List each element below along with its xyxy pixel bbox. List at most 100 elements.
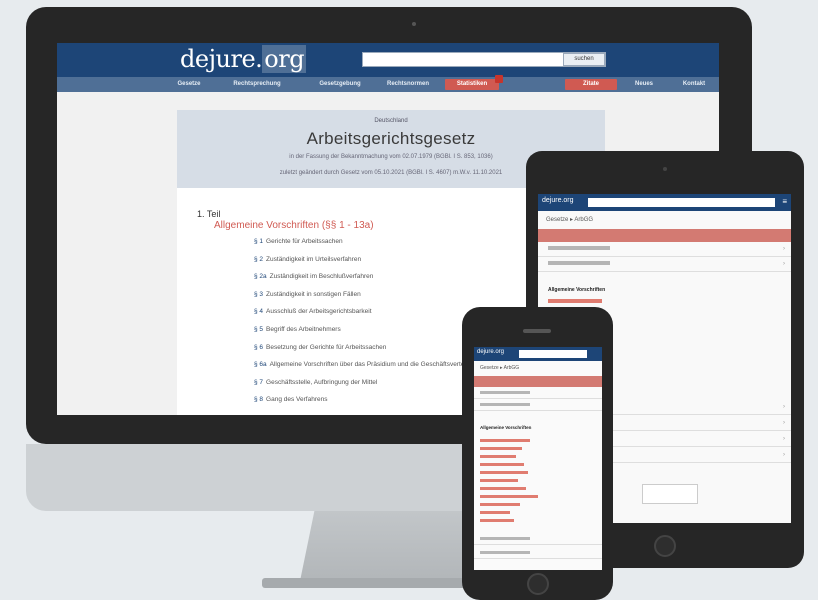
nav-item-6[interactable]: Zitate	[565, 79, 617, 90]
paragraph-item[interactable]: § 7 Geschäftsstelle, Aufbringung der Mitt…	[254, 379, 478, 397]
tablet-section-bar	[538, 229, 791, 242]
paragraph-number: § 7	[254, 378, 264, 386]
phone-list-row[interactable]	[474, 399, 602, 411]
phone-paragraph-link[interactable]	[480, 503, 520, 506]
phone-paragraph-link[interactable]	[480, 455, 516, 458]
paragraph-number: § 6a	[254, 361, 267, 369]
paragraph-title: Geschäftsstelle, Aufbringung der Mittel	[266, 378, 378, 386]
phone-device: dejure.org Gesetze ▸ ArbGG Allgemeine Vo…	[462, 307, 613, 600]
nav-item-7[interactable]: Neues	[627, 79, 661, 90]
home-button-icon	[654, 535, 676, 557]
webcam-dot	[412, 22, 416, 26]
row-text	[480, 551, 530, 554]
hamburger-menu-icon[interactable]: ≡	[782, 197, 787, 207]
chevron-right-icon: ›	[783, 404, 785, 410]
paragraph-title: Allgemeine Vorschriften über das Präsidi…	[269, 361, 479, 369]
phone-paragraph-link[interactable]	[480, 463, 524, 466]
phone-breadcrumb[interactable]: Gesetze ▸ ArbGG	[474, 361, 602, 376]
paragraph-item[interactable]: § 6 Besetzung der Gerichte für Arbeitssac…	[254, 344, 478, 362]
phone-list-row[interactable]	[474, 547, 602, 559]
nav-item-8[interactable]: Kontakt	[677, 79, 711, 90]
nav-item-5-label: Statistiken	[456, 81, 488, 87]
site-header: dejure.org suchen	[57, 43, 719, 77]
phone-paragraph-link[interactable]	[480, 447, 522, 450]
paragraph-title: Gerichte für Arbeitssachen	[266, 238, 343, 245]
paragraph-list: § 1 Gerichte für Arbeitssachen § 2 Zuständ…	[254, 238, 478, 414]
chevron-right-icon: ›	[783, 420, 785, 426]
paragraph-number: § 5	[254, 325, 264, 333]
phone-paragraph-link[interactable]	[480, 471, 528, 474]
part-heading: 1. Teil	[197, 209, 221, 219]
paragraph-item[interactable]: § 2 Zuständigkeit im Urteilsverfahren	[254, 256, 478, 274]
tablet-paragraph-link[interactable]	[548, 299, 602, 303]
tablet-header: dejure.org ≡	[538, 194, 791, 211]
paragraph-item[interactable]: § 8 Gang des Verfahrens	[254, 396, 478, 414]
chevron-right-icon: ›	[783, 452, 785, 458]
nav-item-4[interactable]: Rechtsnormen	[387, 79, 429, 90]
paragraph-item[interactable]: § 2a Zuständigkeit im Beschlußverfahren	[254, 273, 478, 291]
phone-paragraph-link[interactable]	[480, 439, 530, 442]
document-country: Deutschland	[374, 118, 408, 124]
paragraph-number: § 1	[254, 238, 264, 245]
phone-logo[interactable]: dejure.org	[477, 349, 504, 355]
paragraph-title: Zuständigkeit in sonstigen Fällen	[266, 290, 361, 298]
paragraph-title: Begriff des Arbeitnehmers	[266, 325, 341, 333]
phone-paragraph-link[interactable]	[480, 519, 514, 522]
tablet-search-input[interactable]	[588, 198, 775, 207]
phone-paragraph-link[interactable]	[480, 479, 518, 482]
row-text	[480, 537, 530, 540]
paragraph-item[interactable]: § 3 Zuständigkeit in sonstigen Fällen	[254, 291, 478, 309]
nav-item-3[interactable]: Gesetzgebung	[311, 79, 369, 90]
nav-item-2[interactable]: Rechtsprechung	[227, 79, 287, 90]
paragraph-item[interactable]: § 6a Allgemeine Vorschriften über das Prä…	[254, 361, 478, 379]
phone-paragraph-link[interactable]	[480, 511, 510, 514]
part-title-link[interactable]: Allgemeine Vorschriften (§§ 1 - 13a)	[214, 220, 374, 231]
paragraph-number: § 6	[254, 343, 264, 351]
row-text	[480, 403, 530, 406]
chevron-right-icon: ›	[783, 261, 785, 267]
paragraph-item[interactable]: § 1 Gerichte für Arbeitssachen	[254, 238, 478, 256]
phone-section-heading: Allgemeine Vorschriften	[480, 425, 532, 430]
paragraph-number: § 4	[254, 308, 264, 316]
search-button[interactable]: suchen	[563, 53, 605, 66]
paragraph-number: § 2	[254, 255, 264, 263]
paragraph-number: § 2a	[254, 273, 267, 281]
tablet-list-row[interactable]: ›	[538, 257, 791, 272]
phone-screen: dejure.org Gesetze ▸ ArbGG Allgemeine Vo…	[474, 347, 602, 570]
tablet-pagination-box[interactable]	[642, 484, 698, 504]
row-text	[480, 391, 530, 394]
main-nav: Gesetze Rechtsprechung Gesetzgebung Rech…	[57, 75, 719, 92]
paragraph-title: Gang des Verfahrens	[266, 396, 328, 404]
site-logo[interactable]: dejure.org	[180, 45, 307, 73]
paragraph-title: Ausschluß der Arbeitsgerichtsbarkeit	[266, 308, 372, 316]
logo-main: dejure.	[180, 45, 263, 73]
tablet-logo[interactable]: dejure.org	[542, 197, 574, 204]
paragraph-title: Besetzung der Gerichte für Arbeitssachen	[266, 343, 387, 351]
tablet-breadcrumb[interactable]: Gesetze ▸ ArbGG	[538, 211, 791, 229]
paragraph-item[interactable]: § 5 Begriff des Arbeitnehmers	[254, 326, 478, 344]
phone-paragraph-link[interactable]	[480, 487, 526, 490]
tablet-list-row[interactable]: ›	[538, 242, 791, 257]
phone-paragraph-link[interactable]	[480, 495, 538, 498]
paragraph-title: Zuständigkeit im Urteilsverfahren	[266, 255, 362, 263]
phone-list-row[interactable]	[474, 387, 602, 399]
document-title: Arbeitsgerichtsgesetz	[306, 129, 476, 148]
tablet-section-heading: Allgemeine Vorschriften	[548, 287, 606, 293]
chevron-right-icon: ›	[783, 246, 785, 252]
phone-search-input[interactable]	[519, 350, 587, 358]
paragraph-item[interactable]: § 4 Ausschluß der Arbeitsgerichtsbarkeit	[254, 308, 478, 326]
paragraph-title: Zuständigkeit im Beschlußverfahren	[269, 273, 374, 281]
phone-list-row[interactable]	[474, 533, 602, 545]
nav-item-1[interactable]: Gesetze	[173, 79, 205, 90]
chevron-right-icon: ›	[783, 436, 785, 442]
nav-item-5[interactable]: Statistiken	[445, 75, 503, 90]
notification-badge	[495, 75, 503, 83]
phone-speaker	[523, 329, 551, 333]
phone-header: dejure.org	[474, 347, 602, 361]
paragraph-number: § 3	[254, 290, 264, 298]
row-text	[548, 246, 610, 250]
monitor-stand	[300, 511, 480, 581]
logo-tld: org	[262, 45, 307, 73]
home-button-icon	[527, 573, 549, 595]
row-text	[548, 261, 610, 265]
